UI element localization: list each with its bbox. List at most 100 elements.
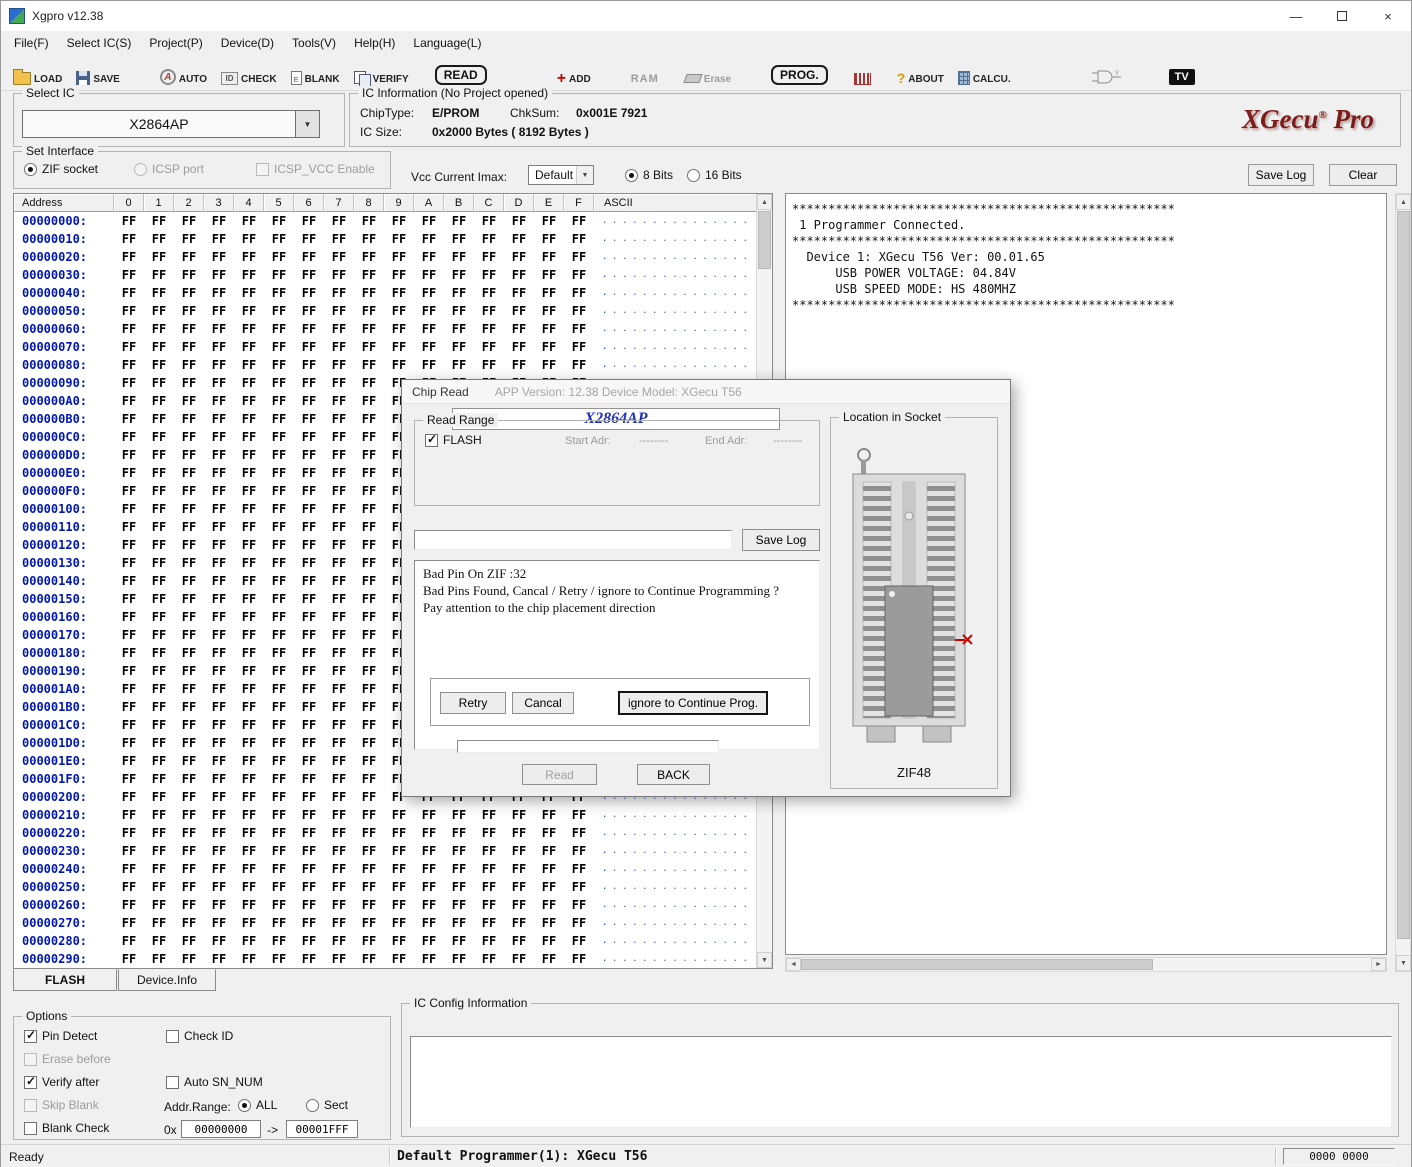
hex-byte[interactable]: FF	[264, 698, 294, 716]
hex-byte[interactable]: FF	[264, 842, 294, 860]
hex-byte[interactable]: FF	[174, 824, 204, 842]
hex-byte[interactable]: FF	[324, 230, 354, 248]
hex-byte[interactable]: FF	[324, 482, 354, 500]
menu-item-project[interactable]: Project(P)	[140, 33, 211, 53]
hex-byte[interactable]: FF	[324, 878, 354, 896]
hex-byte[interactable]: FF	[384, 896, 414, 914]
check-button[interactable]: ID CHECK	[221, 72, 277, 85]
hex-address[interactable]: 000001E0:	[14, 752, 114, 770]
hex-byte[interactable]: FF	[354, 626, 384, 644]
hex-byte[interactable]: FF	[504, 932, 534, 950]
hex-byte[interactable]: FF	[324, 932, 354, 950]
hex-byte[interactable]: FF	[354, 608, 384, 626]
hex-address[interactable]: 000000F0:	[14, 482, 114, 500]
hex-address[interactable]: 00000270:	[14, 914, 114, 932]
hex-byte[interactable]: FF	[294, 356, 324, 374]
hex-byte[interactable]: FF	[294, 914, 324, 932]
hex-address[interactable]: 000001F0:	[14, 770, 114, 788]
hex-byte[interactable]: FF	[384, 950, 414, 968]
hex-byte[interactable]: FF	[384, 284, 414, 302]
hex-byte[interactable]: FF	[174, 752, 204, 770]
hex-byte[interactable]: FF	[414, 248, 444, 266]
hex-byte[interactable]: FF	[234, 212, 264, 230]
hex-byte[interactable]: FF	[264, 644, 294, 662]
hex-byte[interactable]: FF	[144, 248, 174, 266]
hex-byte[interactable]: FF	[174, 662, 204, 680]
hex-byte[interactable]: FF	[354, 590, 384, 608]
hex-byte[interactable]: FF	[204, 716, 234, 734]
scroll-right-arrow-icon[interactable]: ►	[1371, 958, 1386, 971]
hex-byte[interactable]: FF	[324, 770, 354, 788]
hex-byte[interactable]: FF	[174, 860, 204, 878]
hex-byte[interactable]: FF	[234, 698, 264, 716]
hex-byte[interactable]: FF	[504, 248, 534, 266]
hex-byte[interactable]: FF	[144, 338, 174, 356]
hex-byte[interactable]: FF	[114, 644, 144, 662]
hex-byte[interactable]: FF	[234, 878, 264, 896]
hex-byte[interactable]: FF	[144, 788, 174, 806]
hex-address[interactable]: 000001A0:	[14, 680, 114, 698]
hex-byte[interactable]: FF	[414, 302, 444, 320]
check-id-checkbox-input[interactable]	[166, 1030, 179, 1043]
hex-byte[interactable]: FF	[504, 950, 534, 968]
hex-byte[interactable]: FF	[444, 896, 474, 914]
hex-byte[interactable]: FF	[174, 302, 204, 320]
hex-byte[interactable]: FF	[264, 950, 294, 968]
hex-byte[interactable]: FF	[204, 464, 234, 482]
hex-byte[interactable]: FF	[474, 266, 504, 284]
hex-byte[interactable]: FF	[474, 860, 504, 878]
hex-byte[interactable]: FF	[114, 500, 144, 518]
hex-byte[interactable]: FF	[354, 680, 384, 698]
hex-byte[interactable]: FF	[444, 806, 474, 824]
hex-byte[interactable]: FF	[414, 266, 444, 284]
socket-pins-button[interactable]	[854, 73, 871, 85]
hex-byte[interactable]: FF	[204, 932, 234, 950]
hex-byte[interactable]: FF	[534, 806, 564, 824]
hex-byte[interactable]: FF	[204, 680, 234, 698]
hex-byte[interactable]: FF	[474, 950, 504, 968]
hex-byte[interactable]: FF	[174, 644, 204, 662]
hex-byte[interactable]: FF	[234, 860, 264, 878]
load-button[interactable]: LOAD	[13, 69, 62, 85]
add-button[interactable]: + ADD	[557, 72, 591, 85]
hex-byte[interactable]: FF	[144, 428, 174, 446]
hex-byte[interactable]: FF	[534, 824, 564, 842]
hex-byte[interactable]: FF	[114, 410, 144, 428]
hex-byte[interactable]: FF	[534, 842, 564, 860]
hex-byte[interactable]: FF	[294, 590, 324, 608]
hex-byte[interactable]: FF	[264, 230, 294, 248]
hex-byte[interactable]: FF	[264, 464, 294, 482]
hex-byte[interactable]: FF	[234, 446, 264, 464]
hex-byte[interactable]: FF	[264, 320, 294, 338]
scroll-up-arrow-icon[interactable]: ▲	[1396, 194, 1411, 210]
hex-byte[interactable]: FF	[114, 464, 144, 482]
hex-byte[interactable]: FF	[354, 338, 384, 356]
hex-byte[interactable]: FF	[474, 356, 504, 374]
hex-byte[interactable]: FF	[174, 788, 204, 806]
hex-byte[interactable]: FF	[324, 500, 354, 518]
hex-byte[interactable]: FF	[114, 428, 144, 446]
hex-address[interactable]: 000000B0:	[14, 410, 114, 428]
hex-byte[interactable]: FF	[204, 248, 234, 266]
hex-byte[interactable]: FF	[174, 716, 204, 734]
hex-byte[interactable]: FF	[114, 662, 144, 680]
hex-byte[interactable]: FF	[144, 842, 174, 860]
hex-byte[interactable]: FF	[294, 284, 324, 302]
hex-byte[interactable]: FF	[204, 896, 234, 914]
hex-byte[interactable]: FF	[384, 356, 414, 374]
hex-byte[interactable]: FF	[204, 860, 234, 878]
hex-byte[interactable]: FF	[144, 518, 174, 536]
hex-byte[interactable]: FF	[384, 212, 414, 230]
hex-byte[interactable]: FF	[174, 428, 204, 446]
hex-address[interactable]: 000001D0:	[14, 734, 114, 752]
hex-byte[interactable]: FF	[114, 554, 144, 572]
range-end-input[interactable]	[286, 1120, 358, 1138]
hex-byte[interactable]: FF	[114, 878, 144, 896]
hex-byte[interactable]: FF	[294, 464, 324, 482]
hex-address[interactable]: 00000060:	[14, 320, 114, 338]
hex-byte[interactable]: FF	[174, 212, 204, 230]
hex-byte[interactable]: FF	[144, 392, 174, 410]
hex-byte[interactable]: FF	[174, 914, 204, 932]
hex-byte[interactable]: FF	[144, 824, 174, 842]
hex-byte[interactable]: FF	[144, 554, 174, 572]
